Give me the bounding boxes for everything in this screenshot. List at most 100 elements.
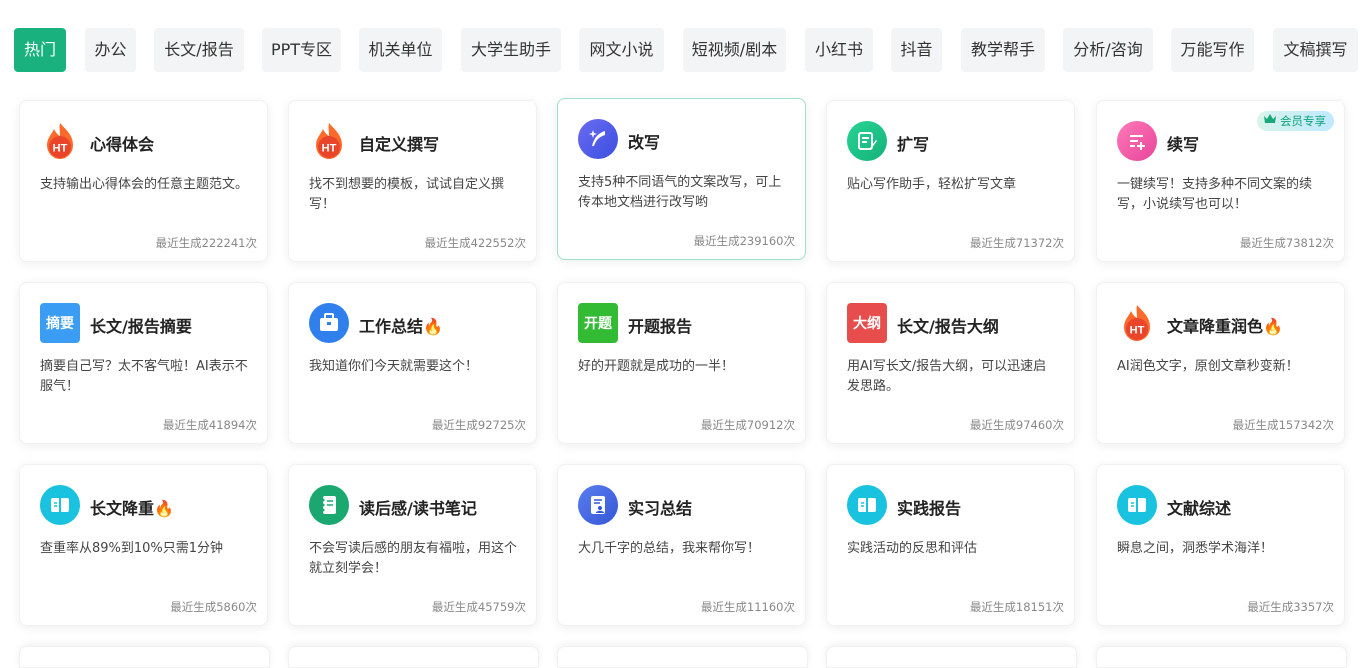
card-count: 最近生成45759次	[431, 600, 526, 614]
summary-square-icon-label: 摘要	[40, 303, 80, 343]
card-title: 实践报告	[897, 499, 962, 518]
tab-government[interactable]: 机关单位	[359, 28, 442, 72]
svg-text:HT: HT	[322, 143, 337, 155]
card-literature[interactable]: 文献综述 瞬息之间，洞悉学术海洋！ 最近生成3357次	[1096, 464, 1345, 626]
tab-office[interactable]: 办公	[85, 28, 136, 72]
card-count: 最近生成70912次	[700, 418, 795, 432]
card-title: 续写	[1167, 135, 1200, 154]
crown-icon	[1263, 111, 1277, 131]
card-count: 最近生成222241次	[155, 236, 257, 250]
svg-text:HT: HT	[1130, 325, 1145, 337]
card-count: 最近生成18151次	[969, 600, 1064, 614]
card-count: 最近生成41894次	[162, 418, 257, 432]
tab-college[interactable]: 大学生助手	[461, 28, 561, 72]
card-desc: 我知道你们今天就需要这个！	[309, 359, 479, 374]
outline-square-icon-label: 大纲	[847, 303, 887, 343]
card-proposal[interactable]: 开题 开题报告 好的开题就是成功的一半！ 最近生成70912次	[557, 282, 806, 444]
tab-hot[interactable]: 热门	[14, 28, 66, 72]
card-dedup[interactable]: 长文降重🔥 查重率从89%到10%只需1分钟 最近生成5860次	[19, 464, 268, 626]
card-desc: 用AI写长文/报告大纲，可以迅速启发思路。	[847, 359, 1047, 394]
proposal-square-icon: 开题	[578, 303, 618, 343]
vip-badge-label: 会员专享	[1280, 114, 1326, 128]
card-desc: 支持5种不同语气的文案改写，可上传本地文档进行改写哟	[578, 175, 782, 210]
card-count: 最近生成92725次	[431, 418, 526, 432]
card-expand[interactable]: 扩写 贴心写作助手，轻松扩写文章 最近生成71372次	[826, 100, 1075, 262]
feather-sparkle-icon	[578, 119, 618, 159]
card-title: 长文/报告大纲	[897, 317, 999, 336]
card-title: 实习总结	[628, 499, 693, 518]
card-desc: AI润色文字，原创文章秒变新！	[1117, 359, 1299, 374]
card-title: 扩写	[897, 135, 930, 154]
card-title: 文献综述	[1167, 499, 1232, 518]
card-continue[interactable]: 会员专享 续写 一键续写！支持多种不同文案的续写，小说续写也可以！ 最近生成73…	[1096, 100, 1345, 262]
fire-ht-icon: HT	[40, 121, 80, 161]
tab-teaching[interactable]: 教学帮手	[961, 28, 1045, 72]
book-icon	[40, 485, 80, 525]
tab-manuscript[interactable]: 文稿撰写	[1273, 28, 1358, 72]
outline-square-icon: 大纲	[847, 303, 887, 343]
card-custom[interactable]: HT 自定义撰写 找不到想要的模板，试试自定义撰写！ 最近生成422552次	[288, 100, 537, 262]
card-count: 最近生成71372次	[969, 236, 1064, 250]
card-partial[interactable]	[288, 646, 539, 668]
card-count: 最近生成157342次	[1232, 418, 1334, 432]
card-partial[interactable]	[557, 646, 808, 668]
card-desc: 支持输出心得体会的任意主题范文。	[40, 177, 249, 192]
card-reading[interactable]: 读后感/读书笔记 不会写读后感的朋友有福啦，用这个就立刻学会！ 最近生成4575…	[288, 464, 537, 626]
card-title: 文章降重润色🔥	[1167, 317, 1283, 336]
card-desc: 不会写读后感的朋友有福啦，用这个就立刻学会！	[309, 541, 518, 576]
card-desc: 一键续写！支持多种不同文案的续写，小说续写也可以！	[1117, 177, 1313, 212]
tab-short-video[interactable]: 短视频/剧本	[683, 28, 786, 72]
card-desc: 好的开题就是成功的一半！	[578, 359, 735, 374]
card-desc: 瞬息之间，洞悉学术海洋！	[1117, 541, 1274, 556]
card-desc: 找不到想要的模板，试试自定义撰写！	[309, 177, 505, 212]
card-title: 心得体会	[90, 135, 155, 154]
card-title: 长文/报告摘要	[90, 317, 192, 336]
svg-text:HT: HT	[53, 143, 68, 155]
notebook-icon	[309, 485, 349, 525]
card-count: 最近生成5860次	[170, 600, 257, 614]
tab-xiaohongshu[interactable]: 小红书	[805, 28, 873, 72]
card-practice[interactable]: 实践报告 实践活动的反思和评估 最近生成18151次	[826, 464, 1075, 626]
card-title: 长文降重🔥	[90, 499, 174, 518]
tab-douyin[interactable]: 抖音	[891, 28, 942, 72]
summary-square-icon: 摘要	[40, 303, 80, 343]
edit-note-icon	[847, 121, 887, 161]
card-partial[interactable]	[1096, 646, 1347, 668]
card-xinde[interactable]: HT 心得体会 支持输出心得体会的任意主题范文。 最近生成222241次	[19, 100, 268, 262]
card-count: 最近生成97460次	[969, 418, 1064, 432]
card-desc: 贴心写作助手，轻松扩写文章	[847, 177, 1017, 192]
card-desc: 摘要自己写？太不客气啦！AI表示不服气！	[40, 359, 248, 394]
report-user-icon	[578, 485, 618, 525]
tab-analysis[interactable]: 分析/咨询	[1063, 28, 1153, 72]
tab-web-novel[interactable]: 网文小说	[579, 28, 664, 72]
card-title: 自定义撰写	[359, 135, 440, 154]
card-title: 开题报告	[628, 317, 693, 336]
card-count: 最近生成422552次	[424, 236, 526, 250]
tab-ppt[interactable]: PPT专区	[262, 28, 341, 72]
card-polish[interactable]: HT 文章降重润色🔥 AI润色文字，原创文章秒变新！ 最近生成157342次	[1096, 282, 1345, 444]
card-desc: 实践活动的反思和评估	[847, 541, 978, 556]
card-work-summary[interactable]: 工作总结🔥 我知道你们今天就需要这个！ 最近生成92725次	[288, 282, 537, 444]
fire-ht-icon: HT	[309, 121, 349, 161]
card-title: 改写	[628, 133, 661, 152]
card-partial[interactable]	[826, 646, 1077, 668]
book-icon	[1117, 485, 1157, 525]
card-desc: 大几千字的总结，我来帮你写！	[578, 541, 761, 556]
card-rewrite[interactable]: 改写 支持5种不同语气的文案改写，可上传本地文档进行改写哟 最近生成239160…	[557, 98, 806, 260]
card-partial[interactable]	[19, 646, 270, 668]
card-desc: 查重率从89%到10%只需1分钟	[40, 541, 224, 556]
continue-write-icon	[1117, 121, 1157, 161]
card-title: 工作总结🔥	[359, 317, 443, 336]
card-internship[interactable]: 实习总结 大几千字的总结，我来帮你写！ 最近生成11160次	[557, 464, 806, 626]
card-count: 最近生成239160次	[693, 234, 795, 248]
tab-universal[interactable]: 万能写作	[1171, 28, 1254, 72]
fire-ht-icon: HT	[1117, 303, 1157, 343]
card-count: 最近生成3357次	[1247, 600, 1334, 614]
card-count: 最近生成73812次	[1239, 236, 1334, 250]
card-count: 最近生成11160次	[700, 600, 795, 614]
vip-badge: 会员专享	[1257, 111, 1334, 131]
tab-long-report[interactable]: 长文/报告	[154, 28, 244, 72]
book-icon	[847, 485, 887, 525]
card-outline[interactable]: 大纲 长文/报告大纲 用AI写长文/报告大纲，可以迅速启发思路。 最近生成974…	[826, 282, 1075, 444]
card-summary[interactable]: 摘要 长文/报告摘要 摘要自己写？太不客气啦！AI表示不服气！ 最近生成4189…	[19, 282, 268, 444]
